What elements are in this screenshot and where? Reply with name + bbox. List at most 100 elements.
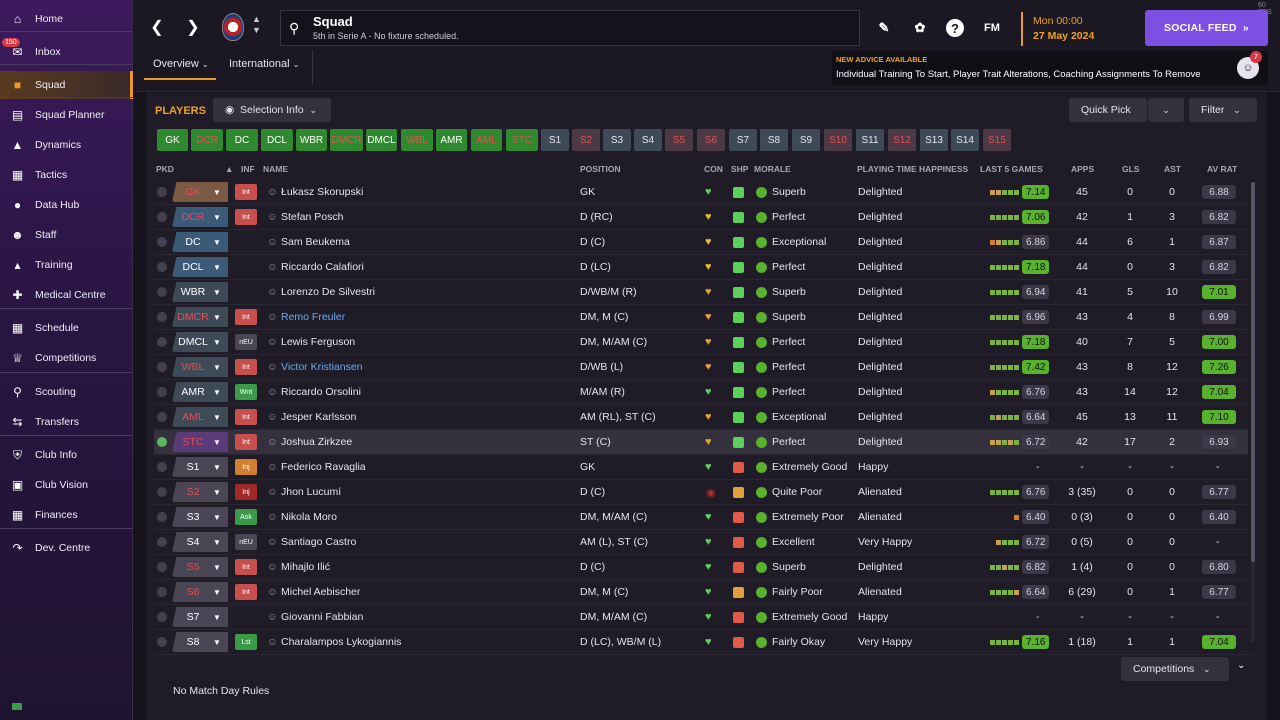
table-row[interactable]: DCL ▼ ☺ Riccardo Calafiori D (LC) ♥ Perfect Del… xyxy=(154,255,1248,280)
sidebar-item-scouting[interactable]: ⚲ Scouting xyxy=(0,378,133,406)
sort-arrow-icon[interactable]: ▲ xyxy=(225,164,233,174)
position-button-wbl[interactable]: WBL xyxy=(401,129,433,151)
sidebar-item-home[interactable]: ⌂ Home xyxy=(0,5,133,33)
col-ast[interactable]: AST xyxy=(1164,164,1181,174)
chevron-down-icon[interactable]: ▼ xyxy=(206,382,228,402)
col-shp[interactable]: SHP xyxy=(731,164,748,174)
col-gls[interactable]: GLS xyxy=(1122,164,1139,174)
date-box[interactable]: Mon 00:00 27 May 2024 xyxy=(1021,12,1139,46)
sidebar-item-inbox[interactable]: ✉ Inbox xyxy=(0,38,133,66)
player-name[interactable]: Remo Freuler xyxy=(281,305,345,329)
position-button-wbr[interactable]: WBR xyxy=(296,129,327,151)
table-row[interactable]: S8 ▼ Lst ☺ Charalampos Lykogiannis D (LC), WB… xyxy=(154,630,1248,655)
club-switch-icon[interactable]: ▲ ▼ xyxy=(252,14,261,36)
chevron-down-icon[interactable]: ▼ xyxy=(206,432,228,452)
select-checkbox[interactable] xyxy=(157,637,167,647)
quick-pick-button[interactable]: Quick Pick xyxy=(1069,98,1147,122)
position-button-dcl[interactable]: DCL xyxy=(261,129,293,151)
player-name[interactable]: Jhon Lucumí xyxy=(281,480,341,504)
select-checkbox[interactable] xyxy=(157,612,167,622)
position-button-aml[interactable]: AML xyxy=(471,129,502,151)
social-feed-button[interactable]: SOCIAL FEED » xyxy=(1145,10,1268,46)
position-button-dc[interactable]: DC xyxy=(226,129,258,151)
scrollbar-thumb[interactable] xyxy=(1251,182,1255,562)
chevron-down-icon[interactable]: ▼ xyxy=(206,282,228,302)
select-checkbox[interactable] xyxy=(157,337,167,347)
tab-international[interactable]: International ⌄ xyxy=(229,58,299,70)
position-button-s5[interactable]: S5 xyxy=(665,129,693,151)
table-row[interactable]: S6 ▼ Int ☺ Michel Aebischer DM, M (C) ♥ Fairly … xyxy=(154,580,1248,605)
table-row[interactable]: S2 ▼ Inj ☺ Jhon Lucumí D (C) ◉ Quite Poor Aliena… xyxy=(154,480,1248,505)
position-button-s11[interactable]: S11 xyxy=(856,129,884,151)
chevron-down-icon[interactable]: ▼ xyxy=(206,457,228,477)
sidebar-item-schedule[interactable]: ▦ Schedule xyxy=(0,314,133,342)
sidebar-item-dynamics[interactable]: ▲ Dynamics xyxy=(0,131,133,159)
col-position[interactable]: POSITION xyxy=(580,164,621,174)
select-checkbox[interactable] xyxy=(157,512,167,522)
table-row[interactable]: S7 ▼ ☺ Giovanni Fabbian DM, M/AM (C) ♥ Extreme… xyxy=(154,605,1248,630)
position-button-s14[interactable]: S14 xyxy=(951,129,979,151)
sidebar-item-training[interactable]: ▴ Training xyxy=(0,251,133,279)
expand-chevron-icon[interactable]: ⌄ xyxy=(1237,660,1245,671)
sidebar-item-finances[interactable]: ▦ Finances xyxy=(0,501,133,529)
position-button-s9[interactable]: S9 xyxy=(792,129,820,151)
position-button-s6[interactable]: S6 xyxy=(697,129,725,151)
player-name[interactable]: Victor Kristiansen xyxy=(281,355,363,379)
sidebar-item-transfers[interactable]: ⇆ Transfers xyxy=(0,408,133,436)
col-morale[interactable]: MORALE xyxy=(754,164,791,174)
chevron-down-icon[interactable]: ▼ xyxy=(206,507,228,527)
competitions-dropdown[interactable]: Competitions ⌄ xyxy=(1121,657,1229,681)
table-row[interactable]: S1 ▼ Inj ☺ Federico Ravaglia GK ♥ Extremely Goo… xyxy=(154,455,1248,480)
col-name[interactable]: NAME xyxy=(263,164,288,174)
chevron-down-icon[interactable]: ▼ xyxy=(206,582,228,602)
sidebar-item-tactics[interactable]: ▦ Tactics xyxy=(0,161,133,189)
table-row[interactable]: AMR ▼ Wnt ☺ Riccardo Orsolini M/AM (R) ♥ Perfec… xyxy=(154,380,1248,405)
position-button-s3[interactable]: S3 xyxy=(603,129,631,151)
col-playing-time[interactable]: PLAYING TIME HAPPINESS xyxy=(857,164,968,174)
select-checkbox[interactable] xyxy=(157,212,167,222)
chevron-down-icon[interactable]: ▼ xyxy=(206,332,228,352)
position-button-amr[interactable]: AMR xyxy=(436,129,467,151)
chevron-down-icon[interactable]: ▼ xyxy=(206,532,228,552)
table-row[interactable]: WBR ▼ ☺ Lorenzo De Silvestri D/WB/M (R) ♥ Supe… xyxy=(154,280,1248,305)
club-crest-icon[interactable] xyxy=(222,13,244,41)
position-button-s2[interactable]: S2 xyxy=(572,129,600,151)
select-checkbox[interactable] xyxy=(157,312,167,322)
sidebar-item-competitions[interactable]: ♕ Competitions xyxy=(0,344,133,372)
sidebar-item-dev-centre[interactable]: ↷ Dev. Centre xyxy=(0,534,133,562)
table-row[interactable]: S4 ▼ nEU ☺ Santiago Castro AM (L), ST (C) ♥ Exc… xyxy=(154,530,1248,555)
player-name[interactable]: Jesper Karlsson xyxy=(281,405,356,429)
position-button-s13[interactable]: S13 xyxy=(920,129,948,151)
player-name[interactable]: Riccardo Orsolini xyxy=(281,380,361,404)
select-checkbox[interactable] xyxy=(157,187,167,197)
forward-button[interactable]: ❯ xyxy=(182,16,204,38)
chevron-down-icon[interactable]: ▼ xyxy=(206,632,228,652)
player-name[interactable]: Łukasz Skorupski xyxy=(281,180,363,204)
chevron-down-icon[interactable]: ▼ xyxy=(206,207,228,227)
selection-info-dropdown[interactable]: ◉ Selection Info ⌄ xyxy=(213,98,331,122)
chevron-down-icon[interactable]: ▼ xyxy=(206,257,228,277)
sidebar-item-squad-planner[interactable]: ▤ Squad Planner xyxy=(0,101,133,129)
position-button-s12[interactable]: S12 xyxy=(888,129,916,151)
chevron-down-icon[interactable]: ▼ xyxy=(206,307,228,327)
player-name[interactable]: Lewis Ferguson xyxy=(281,330,355,354)
select-checkbox[interactable] xyxy=(157,562,167,572)
chevron-down-icon[interactable]: ▼ xyxy=(206,357,228,377)
advice-banner[interactable]: NEW ADVICE AVAILABLE Individual Training… xyxy=(832,51,1268,85)
sidebar-item-squad[interactable]: ■ Squad xyxy=(0,71,133,99)
col-inf[interactable]: INF xyxy=(241,164,255,174)
sidebar-item-medical-centre[interactable]: ✚ Medical Centre xyxy=(0,281,133,309)
select-checkbox[interactable] xyxy=(157,437,167,447)
select-checkbox[interactable] xyxy=(157,237,167,247)
table-row[interactable]: AML ▼ Int ☺ Jesper Karlsson AM (RL), ST (C) ♥ E… xyxy=(154,405,1248,430)
sidebar-item-data-hub[interactable]: ● Data Hub xyxy=(0,191,133,219)
select-checkbox[interactable] xyxy=(157,362,167,372)
table-row[interactable]: WBL ▼ Int ☺ Victor Kristiansen D/WB (L) ♥ Perfe… xyxy=(154,355,1248,380)
sidebar-item-staff[interactable]: ☻ Staff xyxy=(0,221,133,249)
position-button-s7[interactable]: S7 xyxy=(729,129,757,151)
table-row[interactable]: S5 ▼ Int ☺ Mihajlo Ilić D (C) ♥ Superb Delighted… xyxy=(154,555,1248,580)
edit-icon[interactable]: ✎ xyxy=(874,18,894,38)
chevron-down-icon[interactable]: ▼ xyxy=(206,557,228,577)
chevron-down-icon[interactable]: ▼ xyxy=(206,607,228,627)
select-checkbox[interactable] xyxy=(157,262,167,272)
